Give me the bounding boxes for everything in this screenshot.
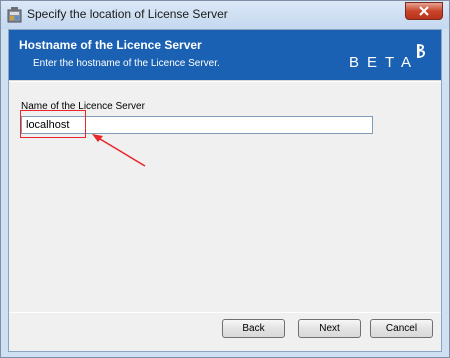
banner-subtitle: Enter the hostname of the Licence Server… (33, 58, 220, 69)
header-banner: Hostname of the Licence Server Enter the… (9, 30, 441, 80)
annotation-arrow (92, 134, 146, 167)
beta-logo: BETA (349, 44, 425, 71)
hostname-label: Name of the Licence Server (21, 101, 145, 112)
cancel-button[interactable]: Cancel (370, 319, 433, 338)
dialog-window: Specify the location of License Server H… (0, 0, 450, 358)
footer-divider (9, 312, 441, 313)
beta-logo-text: BETA (349, 54, 419, 71)
window-title: Specify the location of License Server (27, 7, 228, 21)
installer-icon (7, 7, 22, 23)
banner-title: Hostname of the Licence Server (19, 38, 202, 52)
banner-divider (9, 80, 441, 82)
back-button[interactable]: Back (222, 319, 285, 338)
title-bar[interactable]: Specify the location of License Server (1, 1, 449, 29)
hostname-input[interactable] (21, 116, 373, 134)
dialog-content: Hostname of the Licence Server Enter the… (8, 29, 442, 352)
next-button[interactable]: Next (298, 319, 361, 338)
close-button[interactable] (405, 2, 443, 20)
close-icon (419, 6, 429, 16)
